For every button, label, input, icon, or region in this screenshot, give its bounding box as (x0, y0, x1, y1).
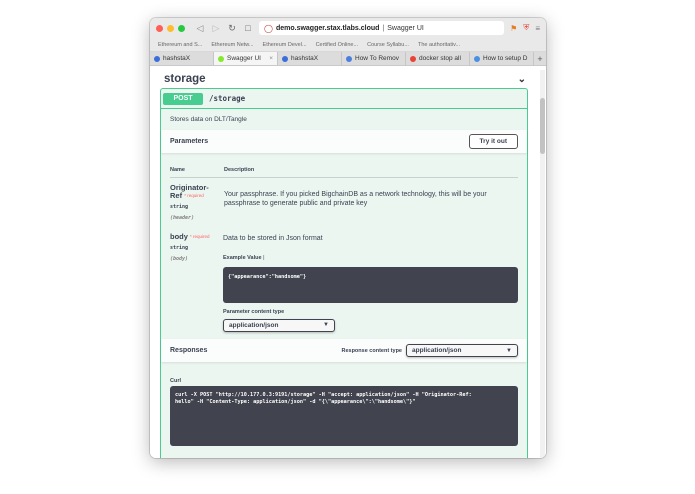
tab-label: hashstaX (163, 55, 191, 62)
section-title: storage (164, 73, 206, 85)
parameters-header: Parameters Try it out (161, 130, 527, 153)
bookmark-item[interactable]: Ethereum Netw... (211, 42, 253, 48)
parameter-description: Your passphrase. If you picked BigchainD… (224, 191, 487, 207)
reload-icon[interactable]: ↻ (227, 23, 237, 34)
page-content: storage ⌄ POST /storage Stores data on D… (150, 68, 546, 458)
tab-favicon-icon (410, 55, 416, 62)
parameters-table: Name Description Originator- Ref * requi… (161, 153, 527, 332)
curl-label: Curl (170, 378, 181, 384)
tab-docker-stop[interactable]: docker stop all (406, 52, 470, 65)
response-content-type: Response content type application/json ▼ (341, 344, 518, 357)
tab-favicon-icon (154, 55, 160, 62)
parameter-row: body * required string (body) Data to be… (170, 222, 518, 332)
parameters-title: Parameters (170, 138, 209, 145)
site-info-icon[interactable]: ◯ (264, 24, 273, 33)
title-bar: ◁ ▷ ↻ □ ◯ demo.swagger.stax.tlabs.cloud … (150, 18, 546, 38)
bookmark-item[interactable]: Course Syllabu... (367, 42, 409, 48)
parameter-name-text: body (170, 232, 188, 241)
method-badge: POST (163, 92, 203, 105)
tab-swagger-ui[interactable]: Swagger UI × (214, 52, 278, 65)
parameter-body-cell: Data to be stored in Json format Example… (223, 233, 518, 332)
tab-strip: hashstaX Swagger UI × hashstaX How To Re… (150, 52, 546, 66)
parameter-type: string (170, 245, 189, 251)
parameter-name: Originator- Ref * required string (heade… (170, 184, 224, 222)
parameter-content-type-label: Parameter content type (223, 309, 285, 315)
column-description-header: Description (224, 167, 255, 173)
url-separator: | (382, 24, 385, 32)
parameter-description: Data to be stored in Json format (223, 235, 323, 242)
window-controls (156, 24, 185, 32)
tab-how-to-remove[interactable]: How To Remov (342, 52, 406, 65)
bookmark-item[interactable]: Ethereum and S... (158, 42, 202, 48)
tab-hashstax-1[interactable]: hashstaX (150, 52, 214, 65)
parameter-name-line2: Ref (170, 191, 183, 200)
bookmark-item[interactable]: The authoritativ... (418, 42, 460, 48)
parameter-content-type-select[interactable]: application/json ▼ (223, 319, 335, 332)
operation-path: /storage (209, 94, 246, 103)
curl-command[interactable]: curl -X POST "http://10.177.0.3:9191/sto… (170, 386, 518, 446)
new-tab-button[interactable]: + (534, 52, 546, 65)
chevron-down-icon: ▼ (506, 347, 512, 354)
close-window-button[interactable] (156, 24, 163, 32)
column-name-header: Name (170, 167, 185, 173)
scrollbar-thumb[interactable] (540, 98, 545, 154)
tab-favicon-icon (282, 55, 288, 62)
example-value-label: Example Value (223, 255, 262, 261)
zoom-window-button[interactable] (178, 24, 185, 32)
curl-line: curl -X POST "http://10.177.0.3:9191/sto… (175, 392, 472, 398)
responses-title: Responses (170, 347, 208, 354)
tab-label: Swagger UI (227, 55, 261, 62)
address-bar[interactable]: ◯ demo.swagger.stax.tlabs.cloud | Swagge… (259, 21, 505, 35)
response-content-type-label: Response content type (341, 347, 402, 354)
close-tab-icon[interactable]: × (269, 55, 273, 62)
bookmark-icon[interactable]: □ (243, 23, 253, 33)
forward-icon[interactable]: ▷ (211, 23, 221, 34)
parameter-row: Originator- Ref * required string (heade… (170, 178, 518, 222)
url-page-title: Swagger UI (387, 24, 424, 32)
tab-how-to-setup[interactable]: How to setup D (470, 52, 534, 65)
parameter-location: (header) (170, 215, 195, 221)
required-marker: * required (184, 193, 204, 198)
parameter-name: body * required string (body) (170, 233, 223, 332)
example-value-code[interactable]: {"appearance":"handsome"} (223, 267, 518, 303)
tab-label: How To Remov (355, 55, 399, 62)
operation-summary[interactable]: POST /storage (161, 89, 527, 109)
curl-line: hello" -H "Content-Type: application/jso… (175, 398, 416, 405)
try-it-out-button[interactable]: Try it out (468, 134, 518, 149)
scrollbar[interactable] (540, 70, 545, 458)
tab-label: How to setup D (483, 55, 528, 62)
chevron-down-icon[interactable]: ⌄ (518, 74, 526, 85)
minimize-window-button[interactable] (167, 24, 174, 32)
operation-description: Stores data on DLT/Tangle (170, 116, 247, 123)
operation-block: POST /storage Stores data on DLT/Tangle … (160, 88, 528, 458)
parameters-table-header: Name Description (170, 153, 518, 178)
tab-hashstax-2[interactable]: hashstaX (278, 52, 342, 65)
parameter-location: (body) (170, 256, 189, 262)
bookmark-item[interactable]: Certified Online... (316, 42, 359, 48)
response-content-type-select[interactable]: application/json ▼ (406, 344, 518, 357)
extension-icon[interactable]: ⚑ (510, 24, 517, 33)
tab-favicon-icon (474, 55, 480, 62)
select-value: application/json (412, 347, 462, 354)
browser-window: ◁ ▷ ↻ □ ◯ demo.swagger.stax.tlabs.cloud … (150, 18, 546, 458)
bookmarks-bar: Ethereum and S... Ethereum Netw... Ether… (150, 38, 546, 52)
chevron-down-icon: ▼ (323, 322, 329, 328)
tab-favicon-icon (218, 55, 224, 62)
url-host: demo.swagger.stax.tlabs.cloud (275, 24, 380, 32)
example-separator: | (263, 255, 265, 261)
bookmark-item[interactable]: Ethereum Devel... (263, 42, 307, 48)
brave-shield-icon[interactable]: ⛨ (523, 23, 529, 33)
back-icon[interactable]: ◁ (195, 23, 205, 34)
select-value: application/json (229, 322, 279, 329)
tab-favicon-icon (346, 55, 352, 62)
tab-label: hashstaX (291, 55, 319, 62)
parameter-type: string (170, 204, 189, 210)
tab-label: docker stop all (419, 55, 461, 62)
responses-header: Responses Response content type applicat… (161, 339, 527, 362)
example-value-tab[interactable]: Example Value | (223, 254, 518, 263)
required-marker: * required (190, 234, 210, 239)
menu-icon[interactable]: ≡ (535, 24, 540, 33)
section-header[interactable]: storage ⌄ (164, 70, 526, 88)
